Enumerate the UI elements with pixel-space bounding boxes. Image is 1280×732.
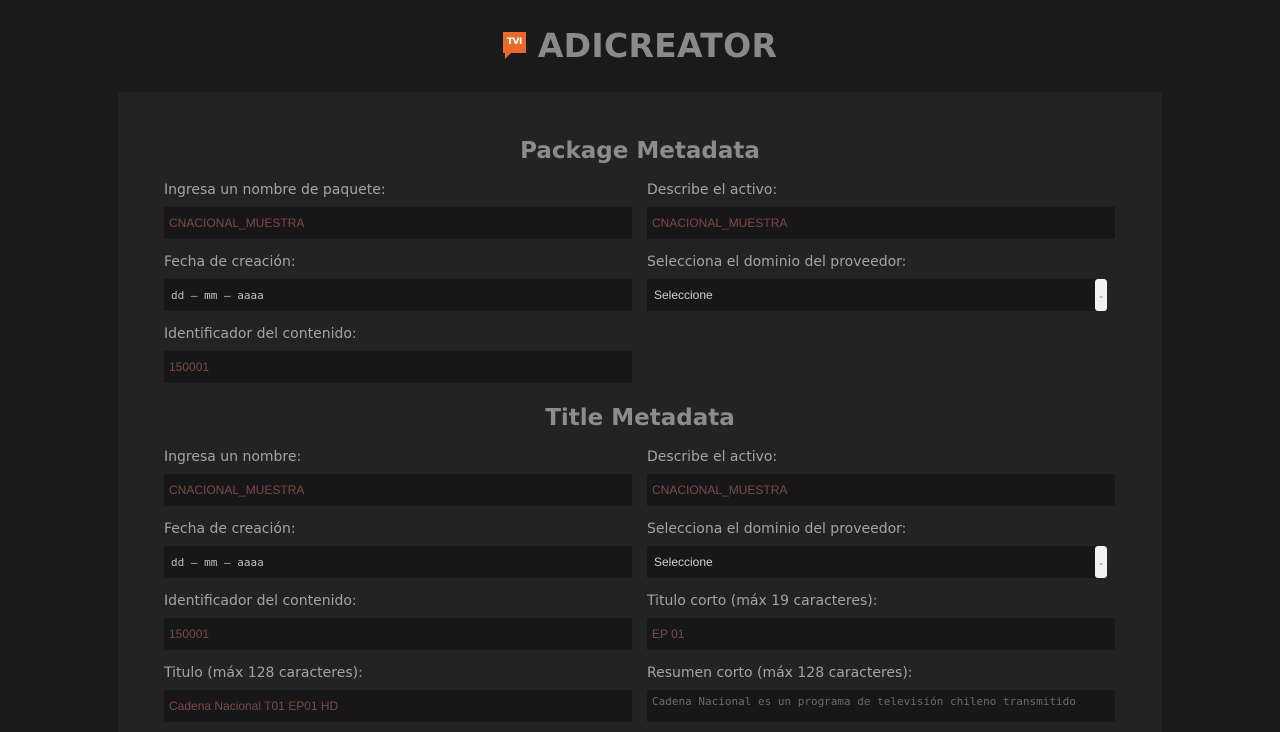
title-date-input[interactable]: dd – mm – aaaa: [164, 546, 632, 578]
title-id-input[interactable]: 150001: [164, 618, 632, 650]
app-header: TVI ADICREATOR: [0, 0, 1280, 92]
short-title-label: Titulo corto (máx 19 caracteres):: [647, 593, 878, 609]
title-domain-value: Seleccione: [654, 555, 713, 569]
title-desc-input[interactable]: CNACIONAL_MUESTRA: [647, 474, 1115, 506]
package-date-label: Fecha de creación:: [164, 254, 296, 270]
short-title-field: Titulo corto (máx 19 caracteres): EP 01: [647, 592, 1116, 650]
package-name-input[interactable]: CNACIONAL_MUESTRA: [164, 207, 632, 239]
chevron-down-icon[interactable]: ⌄: [1095, 279, 1107, 311]
summary-label: Resumen corto (máx 128 caracteres):: [647, 665, 913, 681]
form-panel: Package Metadata Ingresa un nombre de pa…: [118, 92, 1162, 732]
long-title-input[interactable]: Cadena Nacional T01 EP01 HD: [164, 690, 632, 722]
package-id-field: Identificador del contenido: 150001: [164, 325, 633, 383]
title-desc-field: Describe el activo: CNACIONAL_MUESTRA: [647, 448, 1116, 506]
title-domain-label: Selecciona el dominio del proveedor:: [647, 521, 907, 537]
long-title-label: Titulo (máx 128 caracteres):: [164, 665, 363, 681]
package-desc-field: Describe el activo: CNACIONAL_MUESTRA: [647, 181, 1116, 239]
package-date-input[interactable]: dd – mm – aaaa: [164, 279, 632, 311]
title-date-field: Fecha de creación: dd – mm – aaaa: [164, 520, 633, 578]
brand: TVI ADICREATOR: [502, 25, 778, 65]
title-desc-label: Describe el activo:: [647, 449, 778, 465]
tvi-logo-icon: TVI: [502, 31, 526, 59]
title-metadata-heading: Title Metadata: [545, 405, 735, 431]
package-desc-label: Describe el activo:: [647, 182, 778, 198]
package-name-label: Ingresa un nombre de paquete:: [164, 182, 386, 198]
title-id-label: Identificador del contenido:: [164, 593, 357, 609]
package-domain-value: Seleccione: [654, 288, 713, 302]
title-name-field: Ingresa un nombre: CNACIONAL_MUESTRA: [164, 448, 633, 506]
package-desc-input[interactable]: CNACIONAL_MUESTRA: [647, 207, 1115, 239]
short-title-input[interactable]: EP 01: [647, 618, 1115, 650]
long-title-field: Titulo (máx 128 caracteres): Cadena Naci…: [164, 664, 633, 722]
app-title: ADICREATOR: [537, 25, 778, 65]
title-id-field: Identificador del contenido: 150001: [164, 592, 633, 650]
chevron-down-icon[interactable]: ⌄: [1095, 546, 1107, 578]
summary-textarea[interactable]: Cadena Nacional es un programa de televi…: [647, 690, 1115, 722]
package-domain-select[interactable]: Seleccione ⌄: [647, 279, 1107, 311]
package-domain-field: Selecciona el dominio del proveedor: Sel…: [647, 253, 1116, 311]
package-domain-label: Selecciona el dominio del proveedor:: [647, 254, 907, 270]
summary-field: Resumen corto (máx 128 caracteres): Cade…: [647, 664, 1116, 722]
title-name-label: Ingresa un nombre:: [164, 449, 302, 465]
package-name-field: Ingresa un nombre de paquete: CNACIONAL_…: [164, 181, 633, 239]
title-date-label: Fecha de creación:: [164, 521, 296, 537]
title-domain-field: Selecciona el dominio del proveedor: Sel…: [647, 520, 1116, 578]
package-id-input[interactable]: 150001: [164, 351, 632, 383]
title-name-input[interactable]: CNACIONAL_MUESTRA: [164, 474, 632, 506]
title-domain-select[interactable]: Seleccione ⌄: [647, 546, 1107, 578]
package-id-label: Identificador del contenido:: [164, 326, 357, 342]
package-metadata-heading: Package Metadata: [520, 138, 760, 164]
package-date-field: Fecha de creación: dd – mm – aaaa: [164, 253, 633, 311]
